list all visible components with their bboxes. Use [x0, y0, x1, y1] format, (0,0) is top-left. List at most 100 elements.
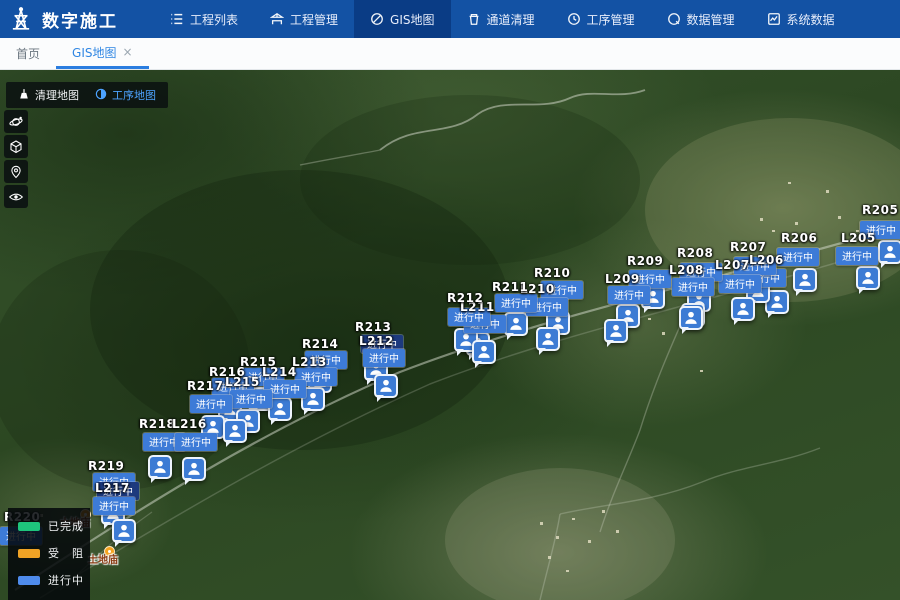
tab-close-icon[interactable]: × — [122, 46, 132, 58]
status-badge[interactable]: 进行中 — [175, 433, 217, 451]
process-manage-icon — [567, 12, 581, 26]
tower-marker-icon[interactable] — [793, 268, 817, 292]
tower-label: R219 — [88, 459, 124, 473]
data-manage-icon — [667, 12, 681, 26]
tower-marker-icon[interactable] — [604, 319, 628, 343]
tower-marker-icon[interactable] — [112, 519, 136, 543]
tower-label: L207 — [715, 258, 750, 272]
status-badge[interactable]: 进行中 — [719, 275, 761, 293]
nav-item-gis-map[interactable]: GIS地图 — [354, 0, 450, 38]
tower-label: L214 — [262, 365, 297, 379]
nav-item-process-manage[interactable]: 工序管理 — [551, 0, 651, 38]
tower-marker-icon[interactable] — [504, 312, 528, 336]
tower-marker-icon[interactable] — [536, 327, 560, 351]
nav-item-label: 工序管理 — [587, 11, 635, 28]
poi-label: 土地庙 — [88, 551, 118, 566]
tower-label: L208 — [669, 263, 704, 277]
process-map-button[interactable]: 工序地图 — [87, 84, 164, 106]
tower-label: R208 — [677, 246, 713, 260]
location-pin-icon[interactable] — [4, 160, 28, 183]
legend-swatch-completed — [18, 522, 40, 531]
satellite-layers-icon[interactable] — [4, 110, 28, 133]
tower-label: R205 — [862, 203, 898, 217]
status-badge[interactable]: 进行中 — [363, 349, 405, 367]
tower-label: R209 — [627, 254, 663, 268]
map-canvas[interactable]: 清理地图 工序地图 — [0, 70, 900, 600]
clean-map-button[interactable]: 清理地图 — [10, 84, 87, 106]
cube-3d-icon[interactable] — [4, 135, 28, 158]
status-badge[interactable]: 进行中 — [672, 278, 714, 296]
nav-item-project-manage[interactable]: 工程管理 — [254, 0, 354, 38]
legend-label: 受 阻 — [48, 545, 84, 561]
nav-item-label: 系统数据 — [787, 11, 835, 28]
tower-label: R218 — [139, 417, 175, 431]
visibility-eye-icon[interactable] — [4, 185, 28, 208]
gis-map-icon — [370, 12, 384, 26]
process-map-label: 工序地图 — [112, 87, 156, 103]
nav-item-label: 数据管理 — [687, 11, 735, 28]
nav-item-label: GIS地图 — [390, 11, 434, 28]
status-badge[interactable]: 进行中 — [836, 247, 878, 265]
nav-item-data-manage[interactable]: 数据管理 — [651, 0, 751, 38]
channel-clean-icon — [467, 12, 481, 26]
tower-label: R211 — [492, 280, 528, 294]
tab-bar: 首页 GIS地图 × — [0, 38, 900, 70]
tower-marker-icon[interactable] — [148, 455, 172, 479]
tower-label: L215 — [225, 375, 260, 389]
tower-label: R210 — [534, 266, 570, 280]
nav-item-system-data[interactable]: 系统数据 — [751, 0, 851, 38]
half-circle-icon — [95, 88, 107, 103]
project-manage-icon — [270, 12, 284, 26]
map-side-tools — [4, 110, 28, 208]
tower-marker-icon[interactable] — [856, 266, 880, 290]
top-navbar: 数字施工 工程列表 工程管理 GIS地图 — [0, 0, 900, 38]
tower-label: L217 — [95, 481, 130, 495]
tower-marker-icon[interactable] — [731, 297, 755, 321]
system-data-icon — [767, 12, 781, 26]
tower-label: R206 — [781, 231, 817, 245]
marker-layer: 进行中R205进行中L205进行中R206进行中L206进行中R207进行中L2… — [0, 70, 900, 600]
tab-home[interactable]: 首页 — [0, 38, 56, 69]
legend-swatch-blocked — [18, 549, 40, 558]
legend-row-in-progress: 进行中 — [18, 572, 80, 588]
legend-row-completed: 已完成 — [18, 518, 80, 534]
clean-map-label: 清理地图 — [35, 87, 79, 103]
nav-item-label: 通道清理 — [487, 11, 535, 28]
tab-label: GIS地图 — [72, 44, 116, 61]
status-badge[interactable]: 进行中 — [495, 294, 537, 312]
tower-label: L213 — [292, 355, 327, 369]
tower-label: R214 — [302, 337, 338, 351]
tab-gis-map[interactable]: GIS地图 × — [56, 38, 149, 69]
legend-swatch-in-progress — [18, 576, 40, 585]
nav-item-channel-clean[interactable]: 通道清理 — [451, 0, 551, 38]
map-mode-controls: 清理地图 工序地图 — [6, 82, 168, 108]
status-badge[interactable]: 进行中 — [608, 286, 650, 304]
tower-label: L206 — [749, 253, 784, 267]
main-menu: 工程列表 工程管理 GIS地图 通道清理 — [154, 0, 851, 38]
app-title: 数字施工 — [42, 7, 118, 32]
tower-label: L209 — [605, 272, 640, 286]
map-legend: 已完成 受 阻 进行中 — [8, 508, 90, 600]
tower-marker-icon[interactable] — [182, 457, 206, 481]
tower-label: L216 — [172, 417, 207, 431]
nav-item-label: 工程管理 — [290, 11, 338, 28]
legend-label: 已完成 — [48, 518, 84, 534]
broom-icon — [18, 88, 30, 103]
tower-label: R217 — [187, 379, 223, 393]
tower-label: R207 — [730, 240, 766, 254]
tower-marker-icon[interactable] — [223, 419, 247, 443]
status-badge[interactable]: 进行中 — [93, 497, 135, 515]
tower-label: L205 — [841, 231, 876, 245]
status-badge[interactable]: 进行中 — [230, 390, 272, 408]
tower-label: L212 — [359, 334, 394, 348]
nav-item-project-list[interactable]: 工程列表 — [154, 0, 254, 38]
tower-label: R212 — [447, 291, 483, 305]
app-brand[interactable]: 数字施工 — [0, 6, 132, 32]
tower-marker-icon[interactable] — [472, 340, 496, 364]
tower-marker-icon[interactable] — [679, 306, 703, 330]
status-badge[interactable]: 进行中 — [190, 395, 232, 413]
tower-marker-icon[interactable] — [374, 374, 398, 398]
tower-label: R213 — [355, 320, 391, 334]
project-list-icon — [170, 12, 184, 26]
tower-marker-icon[interactable] — [878, 240, 900, 264]
